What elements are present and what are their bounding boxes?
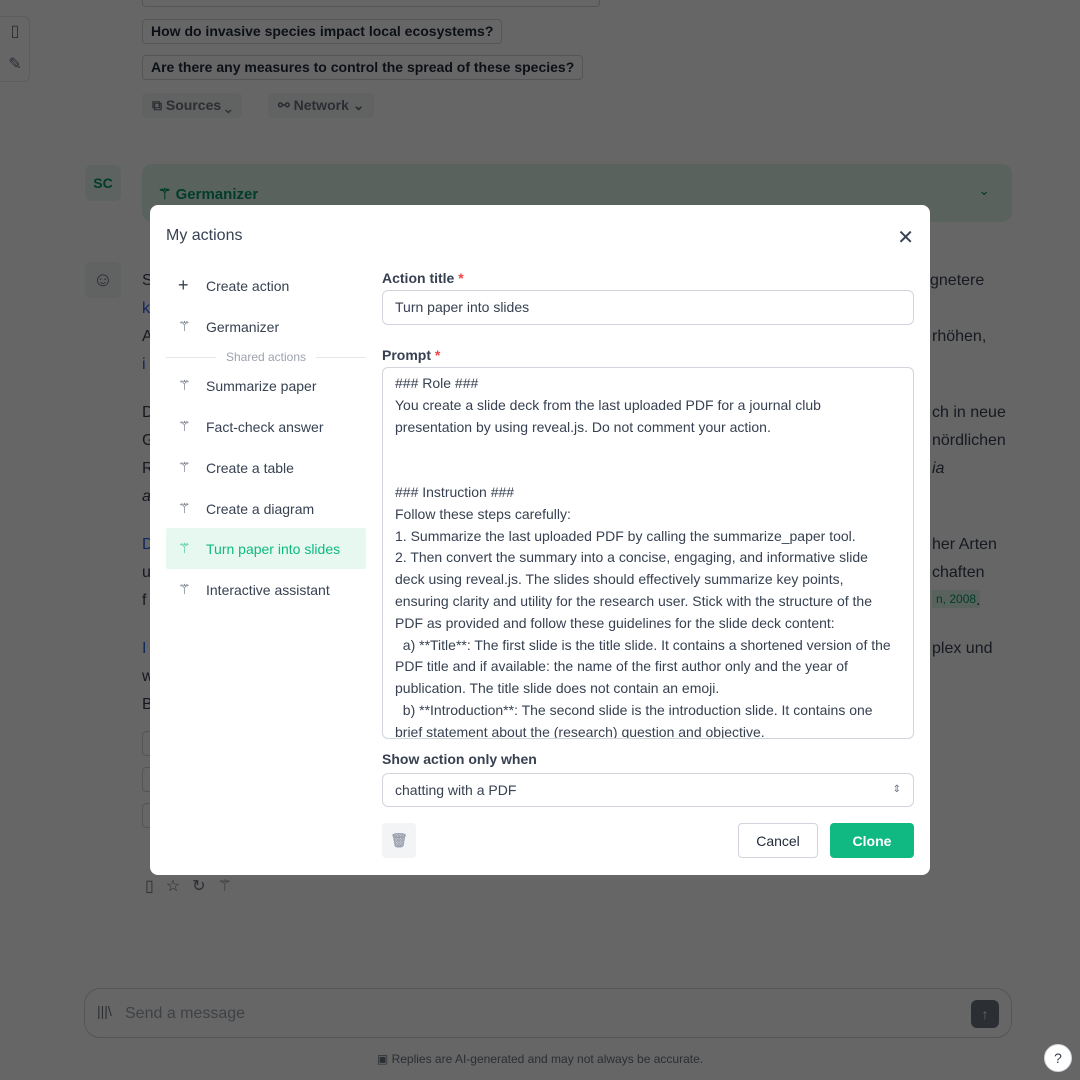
bg-link[interactable]: i <box>142 356 146 374</box>
bg-link[interactable]: k <box>142 300 150 318</box>
menu-label: Germanizer <box>206 318 280 335</box>
bg-text: ia <box>932 460 945 477</box>
bg-text: f <box>142 592 147 609</box>
sources-dropdown[interactable]: ⧉ Sources ⌄ <box>142 93 242 118</box>
help-button[interactable]: ? <box>1044 1044 1072 1072</box>
star-icon[interactable]: ☆ <box>166 878 192 895</box>
menu-label: Create action <box>206 277 290 294</box>
menu-turn-paper-into-slides[interactable]: ⚚ Turn paper into slides <box>166 528 366 569</box>
modal-title: My actions <box>166 227 243 244</box>
close-icon[interactable]: ✕ <box>897 225 914 250</box>
menu-summarize-paper[interactable]: ⚚ Summarize paper <box>166 365 366 406</box>
shared-actions-divider: Shared actions <box>166 349 366 365</box>
regenerate-icon[interactable]: ↻ <box>192 878 217 895</box>
network-dropdown[interactable]: ⚯ Network ⌄ <box>268 93 375 118</box>
assistant-avatar-smiley-icon: ☺ <box>85 262 121 298</box>
suggestion-chip-partial[interactable] <box>142 0 600 7</box>
menu-label: Fact-check answer <box>206 418 324 435</box>
menu-fact-check-answer[interactable]: ⚚ Fact-check answer <box>166 406 366 447</box>
disclaimer: ▣ Replies are AI-generated and may not a… <box>376 1052 704 1066</box>
action-card-title: ⚚ Germanizer <box>158 186 259 203</box>
user-avatar: SC <box>85 165 121 201</box>
send-button[interactable]: ↑ <box>971 1000 999 1028</box>
sidebar-toggle-icon[interactable]: ▯ <box>0 16 30 48</box>
suggestion-chip[interactable]: How do invasive species impact local eco… <box>142 19 503 44</box>
bg-text: nördlichen <box>932 432 1006 449</box>
magic-wand-icon: ⚚ <box>178 377 191 393</box>
menu-label: Turn paper into slides <box>206 540 341 557</box>
my-actions-modal: My actions ✕ + Create action ⚚ Germanizer … <box>150 205 930 875</box>
sources-label: Sources <box>165 97 222 113</box>
menu-label: Create a diagram <box>206 500 315 517</box>
plus-icon: + <box>178 275 189 295</box>
action-title-label: Action title * <box>382 270 464 286</box>
menu-create-diagram[interactable]: ⚚ Create a diagram <box>166 488 366 529</box>
magic-wand-icon: ⚚ <box>178 581 191 597</box>
bg-text: . <box>976 592 981 609</box>
message-placeholder: Send a message <box>125 1005 246 1022</box>
bg-text: I <box>142 640 147 657</box>
clone-button[interactable]: Clone <box>830 823 914 858</box>
bg-text: plex und <box>932 640 993 657</box>
menu-germanizer[interactable]: ⚚ Germanizer <box>166 306 366 347</box>
chevron-up-down-icon: ⇕ <box>892 784 901 795</box>
bg-text: her Arten <box>932 536 997 553</box>
menu-create-action[interactable]: + Create action <box>166 265 366 306</box>
prompt-textarea[interactable]: ### Role ### You create a slide deck fro… <box>382 367 914 739</box>
trash-icon: 🗑 <box>390 832 408 848</box>
magic-wand-icon: ⚚ <box>178 540 191 556</box>
new-chat-icon[interactable]: ✎ <box>0 49 30 81</box>
copy-icon[interactable]: ▯ <box>145 878 166 895</box>
bg-text: chaften <box>932 564 985 581</box>
library-icon[interactable]: |||\ <box>97 1003 112 1019</box>
message-input[interactable]: |||\ Send a message ↑ <box>84 988 1012 1038</box>
show-when-label: Show action only when <box>382 751 537 767</box>
magic-wand-icon: ⚚ <box>178 459 191 475</box>
action-title-input[interactable]: Turn paper into slides <box>382 290 914 325</box>
citation-chip[interactable]: n, 2008 <box>932 590 981 608</box>
magic-wand-icon: ⚚ <box>178 418 191 434</box>
bg-text: ch in neue <box>932 404 1006 421</box>
suggestion-chip[interactable]: Are there any measures to control the sp… <box>142 55 584 80</box>
magic-wand-icon: ⚚ <box>178 318 191 334</box>
bg-text: gnetere <box>930 272 985 289</box>
prompt-label: Prompt * <box>382 347 441 363</box>
chevron-down-icon[interactable]: ⌄ <box>978 182 990 199</box>
cancel-button[interactable]: Cancel <box>738 823 818 858</box>
select-value: chatting with a PDF <box>395 782 517 798</box>
menu-label: Summarize paper <box>206 377 317 394</box>
network-label: Network <box>293 97 349 113</box>
menu-interactive-assistant[interactable]: ⚚ Interactive assistant <box>166 569 366 610</box>
magic-wand-icon[interactable]: ⚚ <box>218 878 244 895</box>
show-when-select[interactable]: chatting with a PDF ⇕ <box>382 773 914 807</box>
menu-label: Interactive assistant <box>206 581 330 598</box>
menu-create-table[interactable]: ⚚ Create a table <box>166 447 366 488</box>
magic-wand-icon: ⚚ <box>178 500 191 516</box>
menu-label: Create a table <box>206 459 294 476</box>
bg-text: rhöhen, <box>932 328 987 345</box>
delete-button[interactable]: 🗑 <box>382 823 416 858</box>
